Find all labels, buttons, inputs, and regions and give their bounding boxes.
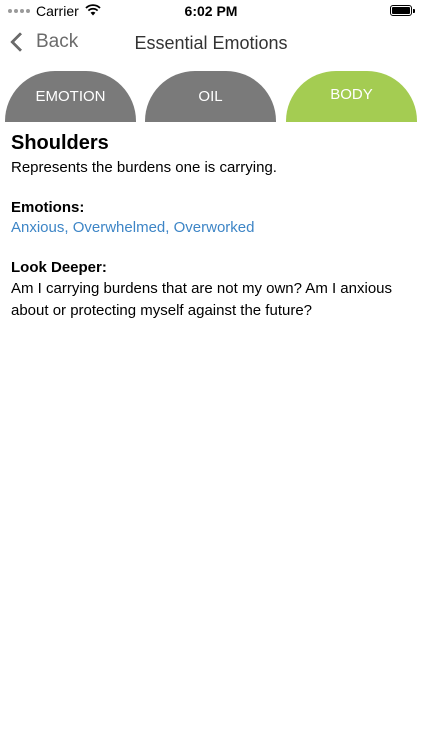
detail-content: Shoulders Represents the burdens one is …: [11, 132, 411, 322]
look-deeper-heading: Look Deeper:: [11, 259, 107, 276]
emotion-link-overwhelmed[interactable]: Overwhelmed: [73, 219, 166, 236]
segment-tabs: EMOTION OIL BODY: [0, 71, 422, 122]
body-part-title: Shoulders: [11, 132, 109, 154]
navigation-bar: Back Essential Emotions: [0, 22, 422, 66]
separator: ,: [64, 219, 73, 236]
battery-icon: [390, 5, 415, 16]
status-time: 6:02 PM: [184, 3, 238, 19]
tab-emotion[interactable]: EMOTION: [5, 71, 136, 122]
separator: ,: [165, 219, 174, 236]
page-title: Essential Emotions: [134, 33, 288, 53]
status-bar: Carrier 6:02 PM: [0, 0, 422, 22]
body-part-description: Represents the burdens one is carrying.: [11, 159, 277, 176]
tab-body[interactable]: BODY: [286, 71, 417, 122]
emotion-link-overworked[interactable]: Overworked: [174, 219, 255, 236]
emotion-link-anxious[interactable]: Anxious: [11, 219, 64, 236]
emotion-links: Anxious, Overwhelmed, Overworked: [11, 218, 411, 238]
emotions-heading: Emotions:: [11, 199, 85, 216]
look-deeper-text: Am I carrying burdens that are not my ow…: [11, 280, 393, 319]
tab-oil[interactable]: OIL: [145, 71, 276, 122]
